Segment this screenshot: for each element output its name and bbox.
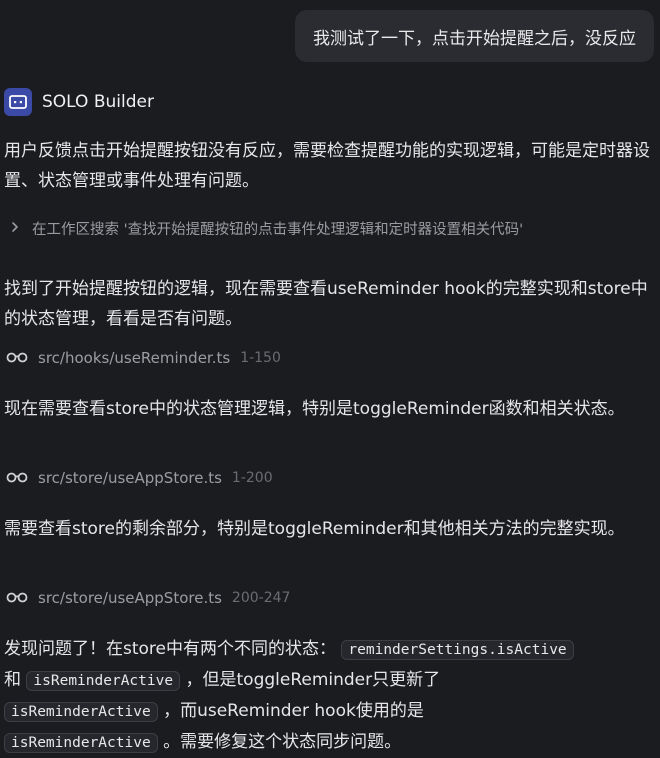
- file-read-row[interactable]: src/store/useAppStore.ts 1-200: [6, 469, 273, 487]
- file-read-row[interactable]: src/store/useAppStore.ts 200-247: [6, 589, 290, 607]
- agent-final-text: 发现问题了！在store中有两个不同的状态： reminderSettings.…: [4, 634, 654, 758]
- file-line-range: 1-150: [240, 350, 281, 366]
- chat-panel: 我测试了一下，点击开始提醒之后，没反应 SOLO Builder 用户反馈点击开…: [0, 0, 660, 758]
- final-text-part: 和: [4, 670, 21, 690]
- file-read-row[interactable]: src/hooks/useReminder.ts 1-150: [6, 349, 281, 367]
- user-message-text: 我测试了一下，点击开始提醒之后，没反应: [313, 28, 636, 49]
- agent-store-text: 现在需要查看store中的状态管理逻辑，特别是toggleReminder函数和…: [4, 399, 625, 419]
- chevron-right-icon: [10, 221, 20, 237]
- inline-code: isReminderActive: [26, 671, 181, 691]
- inline-code: isReminderActive: [4, 733, 158, 753]
- monitor-icon: [4, 88, 32, 116]
- file-path: src/store/useAppStore.ts: [38, 469, 222, 487]
- final-text-part: ，但是toggleReminder只更新了: [185, 670, 441, 690]
- user-message-bubble: 我测试了一下，点击开始提醒之后，没反应: [295, 10, 654, 62]
- final-text-part: 发现问题了！在store中有两个不同的状态：: [4, 639, 336, 659]
- file-line-range: 200-247: [231, 590, 291, 606]
- agent-intro-text: 用户反馈点击开始提醒按钮没有反应，需要检查提醒功能的实现逻辑，可能是定时器设置、…: [4, 141, 650, 191]
- file-path: src/store/useAppStore.ts: [38, 589, 222, 607]
- search-action-row[interactable]: 在工作区搜索 '查找开始提醒按钮的点击事件处理逻辑和定时器设置相关代码': [10, 218, 523, 239]
- final-text-part: 。需要修复这个状态同步问题。: [163, 732, 402, 752]
- agent-name: SOLO Builder: [42, 92, 154, 112]
- glasses-icon: [6, 469, 28, 487]
- glasses-icon: [6, 589, 28, 607]
- search-action-label: 在工作区搜索 '查找开始提醒按钮的点击事件处理逻辑和定时器设置相关代码': [32, 222, 524, 238]
- glasses-icon: [6, 349, 28, 367]
- final-text-part: ，而useReminder hook使用的是: [163, 701, 424, 721]
- agent-header: SOLO Builder: [4, 88, 154, 116]
- agent-found-text: 找到了开始提醒按钮的逻辑，现在需要查看useReminder hook的完整实现…: [4, 279, 648, 329]
- agent-rest-text: 需要查看store的剩余部分，特别是toggleReminder和其他相关方法的…: [4, 519, 625, 539]
- inline-code: reminderSettings.isActive: [341, 640, 574, 660]
- file-line-range: 1-200: [231, 470, 273, 486]
- file-path: src/hooks/useReminder.ts: [38, 349, 231, 367]
- inline-code: isReminderActive: [4, 702, 158, 722]
